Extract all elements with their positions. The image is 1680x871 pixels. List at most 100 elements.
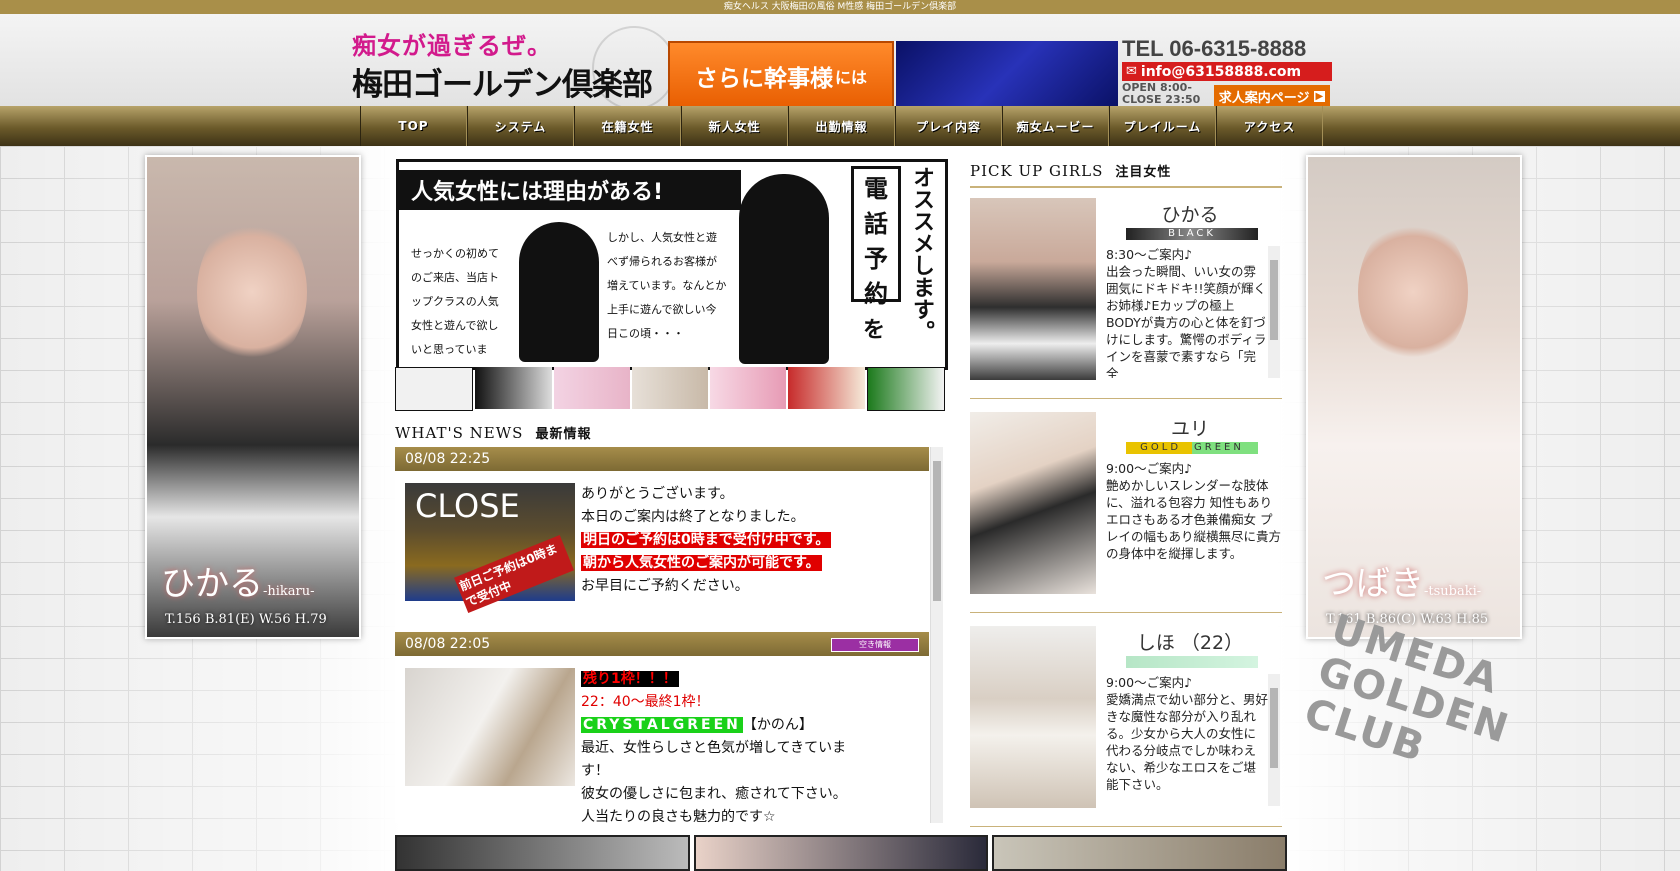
nav-playroom[interactable]: プレイルーム <box>1109 106 1216 146</box>
news-subtitle: 最新情報 <box>535 427 592 442</box>
arrow-right-icon: ▶ <box>1313 90 1326 102</box>
nav-newcomers[interactable]: 新人女性 <box>681 106 788 146</box>
bottom-banner[interactable] <box>693 835 989 871</box>
news-section-title: WHAT'S NEWS 最新情報 <box>395 423 591 442</box>
promo-text-left: せっかくの初めてのご来店、当店トップクラスの人気女性と遊んで欲しいと思っています… <box>411 247 499 380</box>
promo-recommend: オススメします。 <box>909 166 934 342</box>
scroll-thumb[interactable] <box>1270 260 1278 340</box>
pickup-rank: BLACK <box>1126 228 1258 240</box>
bottom-banners <box>395 835 1288 871</box>
pickup-card[interactable]: しほ （22） 9:00〜ご案内♪ 愛嬌満点で幼い部分と、男好きな魔性な部分が入… <box>970 618 1282 827</box>
blue-banner[interactable] <box>896 41 1118 107</box>
news-scrollbar[interactable] <box>930 447 943 823</box>
thumbnail[interactable] <box>710 367 787 409</box>
left-name: ひかる <box>161 564 263 604</box>
left-portrait-spec: T.156 B.81(E) W.56 H.79 <box>165 612 327 627</box>
pickup-subtitle: 注目女性 <box>1115 165 1172 180</box>
pickup-scrollbar[interactable] <box>1268 246 1280 378</box>
bottom-banner[interactable] <box>395 835 690 871</box>
news-image-sub: 前日ご予約は0時まで受付中 <box>454 535 574 613</box>
promo-head: 人気女性には理由がある! <box>399 170 741 210</box>
top-strip: 痴女ヘルス 大阪梅田の風俗 M性感 梅田ゴールデン倶楽部 <box>0 0 1680 14</box>
right-portrait-name: つばき-tsubaki- <box>1322 556 1481 605</box>
promo-char: 電 <box>864 175 888 203</box>
pickup-photo[interactable] <box>970 198 1096 380</box>
news-item: 08/08 22:25 CLOSE 前日ご予約は0時まで受付中 ありがとうござい… <box>395 447 929 613</box>
promo-banner[interactable]: 人気女性には理由がある! せっかくの初めてのご来店、当店トップクラスの人気女性と… <box>396 159 948 380</box>
promo-char: 予 <box>864 245 888 273</box>
business-hours: OPEN 8:00- CLOSE 23:50 <box>1122 82 1200 106</box>
news-item: 08/08 22:05 空き情報 残り1枠！！！ 22：40〜最終1枠！ CRY… <box>395 632 929 823</box>
news-line: ありがとうございます。 <box>581 486 734 502</box>
news-line: 本日のご案内は終了となりました。 <box>581 509 805 525</box>
pickup-title: PICK UP GIRLS <box>970 162 1104 180</box>
pickup-card[interactable]: ユリ GOLD GREEN 9:00〜ご案内♪ 艶めかしいスレンダーな肢体に、溢… <box>970 404 1282 613</box>
nav-access[interactable]: アクセス <box>1216 106 1323 146</box>
pickup-text: 8:30〜ご案内♪ 出会った瞬間、いい女の雰囲気にドキドキ!!笑顔が輝くお姉様♪… <box>1106 247 1267 378</box>
right-roman: -tsubaki- <box>1424 584 1482 599</box>
thumbnail[interactable] <box>475 367 552 409</box>
kanji-banner-suffix: には <box>834 68 867 87</box>
pickup-photo[interactable] <box>970 412 1096 594</box>
promo-char: 約 <box>864 280 888 308</box>
thumbnail[interactable] <box>788 367 865 409</box>
scroll-thumb[interactable] <box>933 461 941 601</box>
portrait-photo <box>1358 217 1468 367</box>
left-portrait-name: ひかる-hikaru- <box>161 556 315 605</box>
news-feed[interactable]: 08/08 22:25 CLOSE 前日ご予約は0時まで受付中 ありがとうござい… <box>395 447 943 823</box>
bottom-banner[interactable] <box>992 835 1288 871</box>
thumbnail[interactable] <box>866 367 945 411</box>
pickup-name[interactable]: ひかる <box>1100 200 1280 227</box>
thumbnail[interactable] <box>395 367 474 411</box>
thumbnail[interactable] <box>631 367 709 409</box>
kanji-banner-button[interactable]: さらに幹事様 には <box>668 41 894 111</box>
nav-movie[interactable]: 痴女ムービー <box>1002 106 1109 146</box>
left-roman: -hikaru- <box>263 584 315 599</box>
news-image[interactable] <box>405 668 575 786</box>
contact-block: TEL 06-6315-8888 ✉ info@63158888.com OPEN… <box>1122 38 1332 108</box>
news-line: 人当たりの良さも魅力的です☆ <box>581 809 776 823</box>
promo-text-right: しかし、人気女性と遊べず帰られるお客様が増えています。なんとか上手に遊んで欲しい… <box>607 231 727 340</box>
nav-girls[interactable]: 在籍女性 <box>574 106 681 146</box>
news-line: 22：40〜最終1枠！ <box>581 694 710 710</box>
envelope-icon: ✉ <box>1126 64 1137 79</box>
news-image[interactable]: CLOSE 前日ご予約は0時まで受付中 <box>405 483 575 613</box>
pickup-divider <box>970 186 1282 188</box>
recruit-button[interactable]: 求人案内ページ ▶ <box>1214 85 1330 107</box>
scroll-thumb[interactable] <box>1270 688 1278 768</box>
thinking-man-icon <box>519 222 599 362</box>
hours-close: CLOSE 23:50 <box>1122 93 1201 106</box>
nav-play[interactable]: プレイ内容 <box>895 106 1002 146</box>
pickup-card[interactable]: ひかる BLACK 8:30〜ご案内♪ 出会った瞬間、いい女の雰囲気にドキドキ!… <box>970 190 1282 399</box>
mail-address: info@63158888.com <box>1140 63 1302 80</box>
pickup-text: 9:00〜ご案内♪ 艶めかしいスレンダーな肢体に、溢れる包容力 知性もありエロさ… <box>1106 461 1282 561</box>
right-portrait[interactable]: つばき-tsubaki- T.161 B.86(C) W.63 H.85 <box>1306 155 1522 639</box>
news-line-highlight: 残り1枠！！！ <box>581 671 679 687</box>
pickup-text: 9:00〜ご案内♪ 愛嬌満点で幼い部分と、男好きな魔性な部分が入り乱れる。少女か… <box>1106 675 1268 792</box>
left-portrait[interactable]: ひかる-hikaru- T.156 B.81(E) W.56 H.79 <box>145 155 361 639</box>
tel-number[interactable]: TEL 06-6315-8888 <box>1122 38 1332 60</box>
site-logo[interactable]: 痴女が過ぎるぜ。 梅田ゴールデン倶楽部 <box>352 26 682 110</box>
vacancy-tag: 空き情報 <box>831 638 919 652</box>
pickup-name[interactable]: しほ （22） <box>1100 628 1280 655</box>
news-line: 最近、女性らしさと色気が増してきていま <box>581 740 847 756</box>
pickup-section-title: PICK UP GIRLS 注目女性 <box>970 161 1171 180</box>
news-line-highlight: 朝から人気女性のご案内が可能です。 <box>581 555 822 571</box>
nav-schedule[interactable]: 出勤情報 <box>788 106 895 146</box>
pickup-name[interactable]: ユリ <box>1100 414 1280 441</box>
thumbnail[interactable] <box>553 367 630 409</box>
nav-top[interactable]: TOP <box>360 106 467 146</box>
pickup-photo[interactable] <box>970 626 1096 808</box>
news-body: 残り1枠！！！ 22：40〜最終1枠！ CRYSTALGREEN 【かのん】 最近… <box>581 668 901 823</box>
news-line-highlight: 明日のご予約は0時まで受付け中です。 <box>581 532 832 548</box>
news-line: お早目にご予約ください。 <box>581 578 749 594</box>
news-date: 08/08 22:25 <box>395 447 929 471</box>
recruit-label: 求人案内ページ <box>1218 90 1310 106</box>
mail-link[interactable]: ✉ info@63158888.com <box>1122 62 1332 81</box>
pickup-rank: GOLD GREEN <box>1126 442 1258 454</box>
main-nav: TOP システム 在籍女性 新人女性 出勤情報 プレイ内容 痴女ムービー プレイ… <box>0 106 1680 146</box>
pickup-rank <box>1126 656 1258 668</box>
portrait-photo <box>197 217 307 367</box>
nav-system[interactable]: システム <box>467 106 574 146</box>
pickup-scrollbar[interactable] <box>1268 674 1280 806</box>
